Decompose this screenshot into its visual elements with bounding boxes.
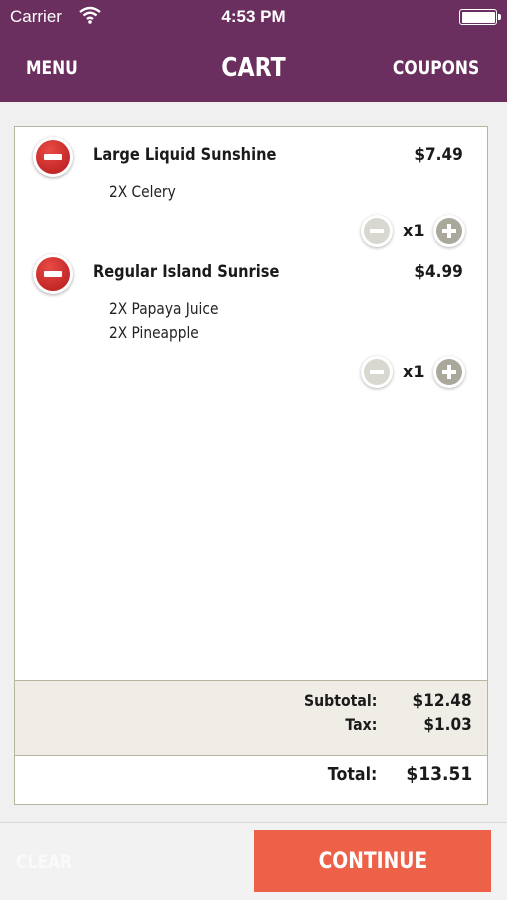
cart-card: Large Liquid Sunshine $7.49 2X Celery x1…: [14, 126, 488, 805]
quantity-count: x1: [403, 362, 425, 381]
status-time: 4:53 PM: [221, 7, 286, 26]
increase-quantity-button[interactable]: [433, 215, 465, 247]
plus-icon: [436, 218, 462, 244]
item-modifier: 2X Celery: [109, 182, 176, 201]
tax-label: Tax:: [344, 715, 377, 734]
coupons-button[interactable]: COUPONS: [393, 57, 479, 79]
item-modifier: 2X Pineapple: [109, 323, 199, 342]
plus-icon: [436, 359, 462, 385]
status-bar: Carrier 4:53 PM: [0, 0, 507, 36]
app-header: Carrier 4:53 PM MENU CART COUPONS: [0, 0, 507, 102]
decrease-quantity-button[interactable]: [361, 215, 393, 247]
subtotal-label: Subtotal:: [303, 691, 377, 710]
remove-item-button[interactable]: [33, 137, 73, 177]
battery-icon: [459, 9, 501, 25]
remove-item-button[interactable]: [33, 254, 73, 294]
total-value: $13.51: [406, 763, 472, 785]
item-name: Large Liquid Sunshine: [93, 145, 277, 165]
total-label: Total:: [327, 764, 377, 785]
decrease-quantity-button[interactable]: [361, 356, 393, 388]
footer-bar: CLEAR CONTINUE: [0, 822, 507, 900]
remove-icon: [36, 257, 70, 291]
nav-bar: MENU CART COUPONS: [0, 44, 507, 94]
cart-item: Large Liquid Sunshine $7.49 2X Celery x1: [15, 127, 487, 247]
minus-icon: [364, 218, 390, 244]
increase-quantity-button[interactable]: [433, 356, 465, 388]
item-price: $4.99: [414, 262, 463, 282]
item-price: $7.49: [414, 145, 463, 165]
continue-button[interactable]: CONTINUE: [254, 830, 491, 892]
tax-value: $1.03: [423, 715, 472, 735]
item-name: Regular Island Sunrise: [93, 262, 280, 282]
order-summary: Subtotal: $12.48 Tax: $1.03: [15, 680, 487, 756]
subtotal-value: $12.48: [412, 691, 472, 711]
remove-icon: [36, 140, 70, 174]
clear-button[interactable]: CLEAR: [16, 851, 72, 873]
continue-label: CONTINUE: [318, 848, 427, 874]
minus-icon: [364, 359, 390, 385]
cart-item: Regular Island Sunrise $4.99 2X Papaya J…: [15, 244, 487, 394]
quantity-count: x1: [403, 221, 425, 240]
item-modifier: 2X Papaya Juice: [109, 299, 219, 318]
